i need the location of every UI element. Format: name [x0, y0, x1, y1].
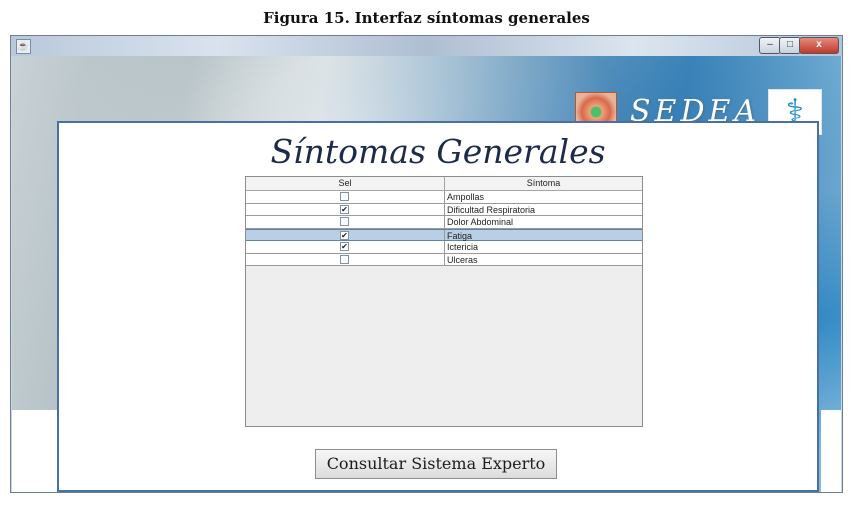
- table-row[interactable]: Ampollas: [246, 191, 642, 204]
- table-row[interactable]: ✔ Ictericia: [246, 241, 642, 254]
- page-title: Síntomas Generales: [270, 132, 606, 171]
- row-checkbox[interactable]: ✔: [340, 230, 349, 240]
- select-cell: ✔: [246, 203, 445, 215]
- title-bar[interactable]: ☕ – □ x: [11, 36, 842, 56]
- symptom-cell: Fatiga: [447, 230, 473, 241]
- table-row-selected[interactable]: ✔ Fatiga: [246, 228, 642, 241]
- column-header-sintoma[interactable]: Síntoma: [445, 177, 642, 190]
- content-panel: Síntomas Generales Sel Síntoma Ampollas …: [57, 121, 819, 492]
- symptom-cell: Ictericia: [447, 242, 479, 252]
- background-white-right: [821, 410, 841, 492]
- symptom-cell: Ampollas: [447, 192, 485, 202]
- row-checkbox[interactable]: ✔: [340, 242, 349, 251]
- select-cell: [246, 191, 445, 203]
- background-white-left: [12, 410, 58, 492]
- row-checkbox[interactable]: [340, 192, 349, 201]
- symptom-cell: Dificultad Respiratoria: [447, 204, 536, 215]
- figure-title: Interfaz síntomas generales: [354, 9, 590, 27]
- maximize-button[interactable]: □: [779, 37, 801, 54]
- table-header: Sel Síntoma: [246, 177, 642, 191]
- table-row[interactable]: Ulceras: [246, 253, 642, 266]
- symptoms-table: Sel Síntoma Ampollas ✔ Dificultad Respir…: [245, 176, 643, 427]
- table-row[interactable]: ✔ Dificultad Respiratoria: [246, 203, 642, 216]
- select-cell: ✔: [246, 229, 445, 240]
- row-checkbox[interactable]: ✔: [340, 204, 349, 214]
- select-cell: [246, 253, 445, 265]
- row-checkbox[interactable]: [340, 217, 349, 226]
- symptom-cell: Ulceras: [447, 254, 478, 265]
- table-row[interactable]: Dolor Abdominal: [246, 216, 642, 229]
- select-cell: [246, 216, 445, 228]
- select-cell: ✔: [246, 241, 445, 253]
- consult-expert-system-button[interactable]: Consultar Sistema Experto: [315, 449, 557, 479]
- figure-caption: Figura 15. Interfaz síntomas generales: [0, 9, 853, 27]
- symptom-cell: Dolor Abdominal: [447, 217, 514, 227]
- app-window: ☕ – □ x SEDEA ⚕ Síntomas Generales Sel S…: [10, 35, 843, 493]
- figure-number: Figura 15.: [263, 9, 350, 27]
- java-cup-icon[interactable]: ☕: [16, 39, 31, 54]
- column-header-sel[interactable]: Sel: [246, 177, 445, 190]
- minimize-button[interactable]: –: [759, 37, 781, 54]
- row-checkbox[interactable]: [340, 254, 349, 264]
- table-body: Ampollas ✔ Dificultad Respiratoria Dolor…: [246, 191, 642, 266]
- close-button[interactable]: x: [799, 37, 839, 54]
